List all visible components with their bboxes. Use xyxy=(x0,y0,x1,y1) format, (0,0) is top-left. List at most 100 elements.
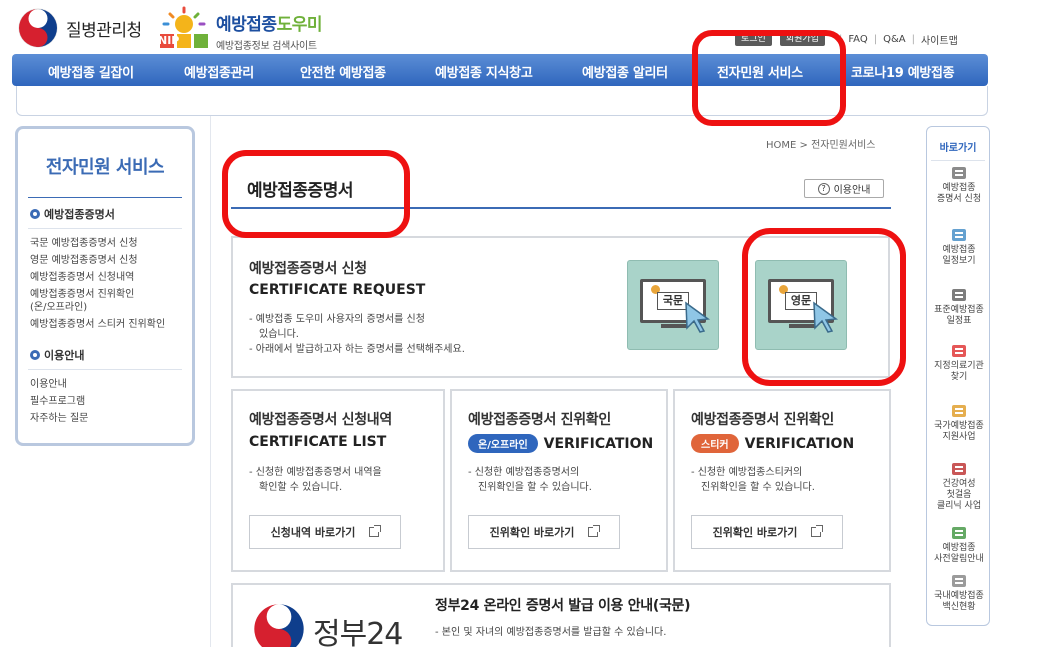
nav-item-safe[interactable]: 안전한 예방접종 xyxy=(300,62,386,81)
desc-line: 있습니다. xyxy=(259,329,299,340)
site-logo[interactable]: NIP 예방접종도우미 예방접종정보 검색사이트 xyxy=(158,6,322,52)
sidebar-section-certificate[interactable]: 예방접종증명서 xyxy=(30,206,182,222)
nav-item-guide[interactable]: 예방접종 길잡이 xyxy=(48,62,134,81)
nip-mark-text: NIP xyxy=(158,34,180,47)
desc-line: - 본인 및 자녀의 예방접종증명서를 발급할 수 있습니다. xyxy=(435,627,667,638)
quick-link-speaker[interactable]: 예방접종 사전알림안내 xyxy=(927,525,991,565)
gov24-panel: 정부24 정부24 온라인 증명서 발급 이용 안내(국문) - 본인 및 자녀… xyxy=(231,583,891,647)
button-label: 신청내역 바로가기 xyxy=(270,526,356,539)
title-underline xyxy=(231,207,891,209)
quick-link-syringe[interactable]: 표준예방접종 일정표 xyxy=(927,287,991,327)
quick-link-label: 표준예방접종 일정표 xyxy=(934,305,984,326)
quick-link-label: 예방접종 증명서 신청 xyxy=(936,183,982,204)
main-nav: 예방접종 길잡이 예방접종관리 안전한 예방접종 예방접종 지식창고 예방접종 … xyxy=(12,54,988,86)
korean-certificate-button[interactable]: 국문 xyxy=(627,260,719,350)
request-list-button[interactable]: 신청내역 바로가기 xyxy=(249,515,401,549)
sidebar-item-korean-request[interactable]: 국문 예방접종증명서 신청 xyxy=(30,235,182,252)
verification-button[interactable]: 진위확인 바로가기 xyxy=(468,515,620,549)
site-title: 예방접종도우미 xyxy=(216,10,322,35)
quick-link-printer[interactable]: 예방접종 증명서 신청 xyxy=(927,165,991,205)
desc-line: - 신청한 예방접종증명서 내역을 xyxy=(249,467,382,478)
nip-logo-icon: NIP xyxy=(158,6,210,50)
online-offline-badge: 온/오프라인 xyxy=(468,434,538,453)
quick-link-vaccine[interactable]: 국내예방접종 백신현황 xyxy=(927,573,991,613)
content-divider xyxy=(210,116,211,647)
divider xyxy=(28,369,182,370)
sidebar-list: 국문 예방접종증명서 신청 영문 예방접종증명서 신청 예방접종증명서 신청내역… xyxy=(30,235,182,333)
quick-link-hospital[interactable]: 지정의료기관 찾기 xyxy=(927,343,991,383)
external-link-icon xyxy=(369,525,382,537)
card-title-en: 온/오프라인 VERIFICATION xyxy=(468,434,653,453)
request-title-en: CERTIFICATE REQUEST xyxy=(249,282,426,298)
card-title-en-text: CERTIFICATE LIST xyxy=(249,434,387,450)
sidebar-section-label: 이용안내 xyxy=(44,349,85,362)
card-title-en-text: VERIFICATION xyxy=(744,435,855,452)
english-certificate-button[interactable]: 영문 xyxy=(755,260,847,350)
nav-item-notice[interactable]: 예방접종 알리터 xyxy=(582,62,668,81)
sidebar-item-verification[interactable]: 예방접종증명서 진위확인 (온/오프라인) xyxy=(30,286,182,316)
calendar-icon xyxy=(950,227,968,243)
sticker-badge: 스티커 xyxy=(691,434,739,453)
nav-item-knowledge[interactable]: 예방접종 지식창고 xyxy=(435,62,533,81)
nav-item-covid19[interactable]: 코로나19 예방접종 xyxy=(851,62,955,81)
quick-link-label: 예방접종 사전알림안내 xyxy=(934,543,984,564)
sidebar-item-sticker-verification[interactable]: 예방접종증명서 스티커 진위확인 xyxy=(30,316,182,333)
external-link-icon xyxy=(811,525,824,537)
sidebar-item-required-programs[interactable]: 필수프로그램 xyxy=(30,393,182,410)
certificate-request-panel: 예방접종증명서 신청 CERTIFICATE REQUEST - 예방접종 도우… xyxy=(231,236,890,378)
usage-guide-button[interactable]: ? 이용안내 xyxy=(804,179,884,198)
sitemap-link[interactable]: 사이트맵 xyxy=(921,32,958,47)
printer-icon xyxy=(950,165,968,181)
faq-link[interactable]: FAQ xyxy=(848,34,867,45)
desc-line: - 신청한 예방접종스티커의 xyxy=(691,467,803,478)
card-title-en-text: VERIFICATION xyxy=(543,435,654,452)
sidebar-item-english-request[interactable]: 영문 예방접종증명서 신청 xyxy=(30,252,182,269)
request-description: - 예방접종 도우미 사용자의 증명서를 신청 있습니다. - 아래에서 발급하… xyxy=(249,312,549,357)
utility-bar: 로그인 회원가입 | FAQ | Q&A | 사이트맵 xyxy=(735,32,958,47)
desc-line: - 예방접종 도우미 사용자의 증명서를 신청 xyxy=(249,314,425,325)
gov24-title: 정부24 온라인 증명서 발급 이용 안내(국문) xyxy=(435,598,691,614)
syringe-icon xyxy=(950,287,968,303)
sidebar: 전자민원 서비스 예방접종증명서 국문 예방접종증명서 신청 영문 예방접종증명… xyxy=(15,126,195,446)
hospital-icon xyxy=(950,343,968,359)
divider xyxy=(28,197,182,198)
sidebar-item-request-list[interactable]: 예방접종증명서 신청내역 xyxy=(30,269,182,286)
divider: | xyxy=(911,34,915,45)
gov24-emblem-icon xyxy=(254,604,304,647)
desc-line: - 아래에서 발급하고자 하는 증명서를 선택해주세요. xyxy=(249,344,465,355)
sidebar-item-label: (온/오프라인) xyxy=(30,302,88,313)
sidebar-list: 이용안내 필수프로그램 자주하는 질문 xyxy=(30,376,182,427)
divider: | xyxy=(873,34,878,45)
help-icon: ? xyxy=(817,182,830,195)
join-button[interactable]: 회원가입 xyxy=(779,33,825,46)
nav-item-management[interactable]: 예방접종관리 xyxy=(184,62,254,81)
kdca-logo[interactable]: 질병관리청 xyxy=(18,8,142,48)
request-title: 예방접종증명서 신청 xyxy=(249,261,367,277)
sub-nav-panel xyxy=(16,86,988,116)
quick-link-calendar[interactable]: 예방접종 일정보기 xyxy=(927,227,991,267)
sidebar-item-usage-guide[interactable]: 이용안내 xyxy=(30,376,182,393)
bullet-icon xyxy=(30,209,40,219)
quick-link-box[interactable]: 건강여성 첫걸음 클리닉 사업 xyxy=(927,461,991,512)
sidebar-section-label: 예방접종증명서 xyxy=(44,208,115,221)
box-icon xyxy=(950,461,968,477)
qna-link[interactable]: Q&A xyxy=(883,34,906,45)
nav-item-e-service[interactable]: 전자민원 서비스 xyxy=(717,62,803,81)
document-icon xyxy=(950,403,968,419)
breadcrumb: HOME > 전자민원서비스 xyxy=(766,140,876,151)
site-title-highlight: 도우미 xyxy=(276,15,323,35)
sidebar-section-guide[interactable]: 이용안내 xyxy=(30,347,182,363)
quick-link-document[interactable]: 국가예방접종 지원사업 xyxy=(927,403,991,443)
verification-online-card: 예방접종증명서 진위확인 온/오프라인 VERIFICATION - 신청한 예… xyxy=(450,389,668,572)
agency-name: 질병관리청 xyxy=(66,20,142,41)
card-title: 예방접종증명서 진위확인 xyxy=(468,412,611,428)
desc-line: 진위확인을 할 수 있습니다. xyxy=(478,482,592,493)
login-button[interactable]: 로그인 xyxy=(735,33,772,46)
sticker-verification-button[interactable]: 진위확인 바로가기 xyxy=(691,515,843,549)
taegeuk-icon xyxy=(18,8,58,48)
card-title-en: 스티커 VERIFICATION xyxy=(691,434,854,453)
sidebar-title: 전자민원 서비스 xyxy=(45,157,165,178)
quick-link-label: 지정의료기관 찾기 xyxy=(934,361,984,382)
sidebar-item-faq[interactable]: 자주하는 질문 xyxy=(30,410,182,427)
divider: | xyxy=(838,34,843,45)
